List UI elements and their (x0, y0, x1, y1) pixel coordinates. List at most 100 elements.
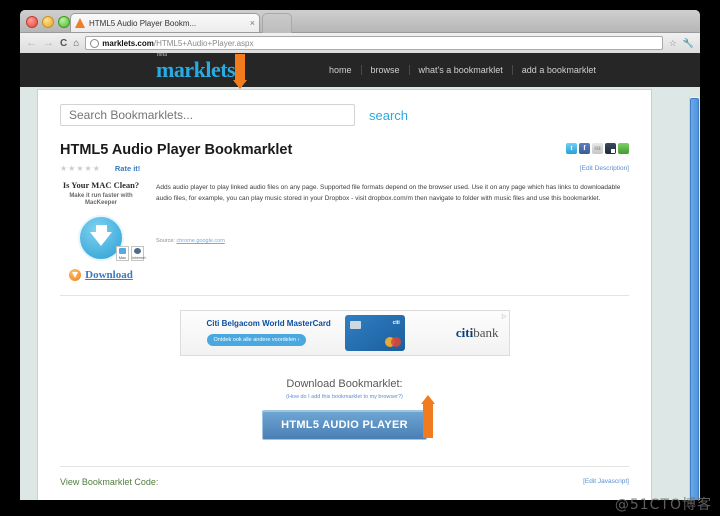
address-bar[interactable]: marklets.com/HTML5+Audio+Player.aspx (85, 36, 663, 50)
mackeeper-ad-title: Is Your MAC Clean? (62, 180, 140, 190)
page-info-icon (90, 38, 100, 48)
description-column: Adds audio player to play linked audio f… (156, 181, 629, 281)
page-title: HTML5 Audio Player Bookmarklet (60, 142, 293, 158)
minimize-window-button[interactable] (42, 16, 54, 28)
download-circle-icon (69, 268, 82, 281)
content-card: search HTML5 Audio Player Bookmarklet t … (37, 89, 652, 500)
annotation-arrow-search (233, 54, 247, 89)
edit-javascript-link[interactable]: [Edit Javascript] (583, 478, 629, 485)
window-controls[interactable] (26, 16, 70, 28)
home-icon[interactable]: ⌂ (73, 38, 79, 49)
tab-close-icon[interactable]: × (250, 18, 255, 28)
rate-it-link[interactable]: Rate it! (115, 164, 140, 173)
bookmark-star-icon[interactable]: ☆ (669, 38, 677, 49)
search-row: search (60, 104, 629, 126)
url-domain: marklets.com (102, 38, 154, 48)
banner-ad-wrapper: Citi Belgacom World MasterCard Ontdek oo… (60, 309, 629, 356)
site-header: beta marklets home browse what's a bookm… (20, 53, 700, 87)
rating-stars[interactable]: ★★★★★ (60, 164, 101, 173)
download-arrow-icon[interactable]: Mac Internet (78, 214, 146, 261)
page-scrollbar[interactable] (689, 97, 699, 500)
mastercard-icon (384, 336, 401, 347)
mackeeper-download-label: Download (85, 268, 133, 281)
toolbar-right-buttons: ☆ 🔧 (669, 38, 694, 49)
citibank-logo: citibank (456, 325, 499, 341)
new-tab-button[interactable] (262, 13, 292, 33)
nav-item-home[interactable]: home (320, 65, 362, 75)
nav-item-add-a-bookmarklet[interactable]: add a bookmarklet (513, 65, 605, 75)
bookmarklet-description: Adds audio player to play linked audio f… (156, 184, 621, 202)
mackeeper-ad[interactable]: Is Your MAC Clean? Make it run faster wi… (60, 180, 146, 281)
page-viewport: beta marklets home browse what's a bookm… (20, 53, 700, 500)
mackeeper-ad-subtitle: Make it run faster with MacKeeper (69, 192, 133, 207)
more-share-icon[interactable] (618, 143, 629, 154)
view-code-row: View Bookmarklet Code: [Edit Javascript] (60, 465, 629, 487)
card-brand-label: citi (392, 319, 400, 326)
bookmarklet-button-wrapper: HTML5 AUDIO PLAYER (60, 409, 629, 440)
back-icon[interactable]: ← (26, 37, 37, 49)
arrow-shaft (423, 404, 433, 438)
citibank-banner-ad[interactable]: Citi Belgacom World MasterCard Ontdek oo… (179, 309, 510, 356)
internet-badge-icon: Internet (131, 245, 146, 261)
url-text: marklets.com/HTML5+Audio+Player.aspx (102, 39, 253, 48)
maximize-window-button[interactable] (58, 16, 70, 28)
nav-item-whats-a-bookmarklet[interactable]: what's a bookmarklet (410, 65, 513, 75)
citibank-logo-light: bank (473, 324, 499, 340)
banner-headline: Citi Belgacom World MasterCard (206, 319, 331, 329)
bookmarklet-button[interactable]: HTML5 AUDIO PLAYER (262, 409, 427, 440)
scrollbar-thumb[interactable] (690, 98, 699, 500)
title-row: HTML5 Audio Player Bookmarklet t f su (60, 142, 629, 158)
desktop-background: HTML5 Audio Player Bookm... × ← → C ⌂ ma… (0, 0, 720, 516)
browser-tab-strip: HTML5 Audio Player Bookm... × (20, 10, 700, 33)
banner-text-block: Citi Belgacom World MasterCard Ontdek oo… (206, 319, 331, 347)
arrow-head (233, 80, 247, 89)
content-columns: Is Your MAC Clean? Make it run faster wi… (60, 180, 629, 281)
page-body: search HTML5 Audio Player Bookmarklet t … (20, 87, 700, 500)
browser-toolbar: ← → C ⌂ marklets.com/HTML5+Audio+Player.… (20, 33, 700, 54)
delicious-share-icon[interactable] (605, 143, 616, 154)
logo-wordmark: marklets (156, 57, 236, 82)
watermark: @51CTO博客 (614, 497, 712, 513)
mastercard-circle-right (390, 336, 401, 347)
platform-badges: Mac Internet (116, 245, 146, 261)
arrow-head (421, 395, 435, 404)
download-bookmarklet-heading: Download Bookmarklet: (286, 377, 403, 390)
arrow-shaft (235, 54, 245, 80)
citibank-logo-bold: citi (455, 324, 474, 340)
stumbleupon-share-icon[interactable]: su (592, 143, 603, 154)
banner-cta-button[interactable]: Ontdek ook alle andere voordelen › (206, 334, 307, 347)
annotation-arrow-bookmarklet (421, 395, 435, 438)
adchoices-icon[interactable]: ▷ (502, 313, 507, 320)
source-line: Source: chrome.google.com (156, 238, 629, 244)
facebook-share-icon[interactable]: f (579, 143, 590, 154)
tab-title: HTML5 Audio Player Bookm... (89, 18, 197, 28)
browser-tab[interactable]: HTML5 Audio Player Bookm... × (70, 13, 260, 32)
mac-badge-icon: Mac (116, 245, 129, 261)
credit-card-image: citi (344, 314, 405, 351)
divider (60, 294, 629, 296)
logo-beta-label: beta (157, 53, 167, 58)
source-link[interactable]: chrome.google.com (177, 238, 225, 244)
search-button[interactable]: search (369, 108, 408, 123)
source-label: Source: (156, 238, 175, 245)
download-bookmarklet-section: Download Bookmarklet: (How do I add this… (60, 378, 629, 440)
site-logo[interactable]: beta marklets (156, 53, 236, 82)
main-navigation: home browse what's a bookmarklet add a b… (320, 65, 605, 75)
nav-item-browse[interactable]: browse (362, 65, 410, 75)
forward-icon[interactable]: → (43, 37, 54, 49)
reload-icon[interactable]: C (60, 38, 67, 49)
how-to-add-link[interactable]: (How do I add this bookmarklet to my bro… (60, 394, 629, 400)
view-bookmarklet-code-label: View Bookmarklet Code: (60, 476, 159, 487)
browser-window: HTML5 Audio Player Bookm... × ← → C ⌂ ma… (20, 10, 700, 500)
close-window-button[interactable] (26, 16, 38, 28)
url-path: /HTML5+Audio+Player.aspx (153, 38, 254, 48)
twitter-share-icon[interactable]: t (566, 143, 577, 154)
tab-favicon-icon (75, 18, 85, 28)
wrench-menu-icon[interactable]: 🔧 (683, 38, 694, 49)
mackeeper-download-link[interactable]: Download (60, 268, 142, 281)
card-chip-icon (349, 320, 361, 329)
search-input[interactable] (60, 104, 355, 126)
social-share-icons: t f su (566, 143, 629, 154)
rating-row: ★★★★★ Rate it! [Edit Description] (60, 164, 629, 173)
edit-description-link[interactable]: [Edit Description] (580, 165, 629, 172)
